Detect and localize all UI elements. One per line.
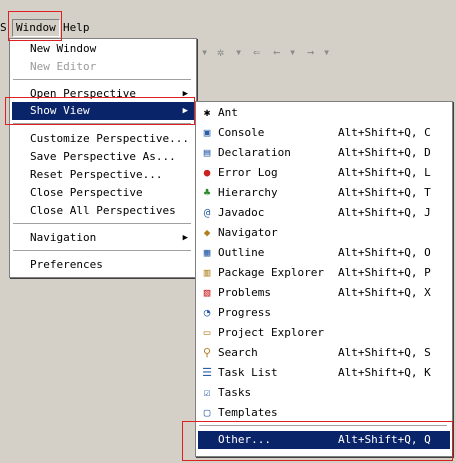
view-item-package-explorer[interactable]: ▥ Package Explorer Alt+Shift+Q, P [198,264,450,282]
menu-item-navigation[interactable]: Navigation ▶ [12,229,194,247]
project-explorer-icon: ▭ [203,326,211,339]
view-item-ant[interactable]: ✱ Ant [198,104,450,122]
view-item-hierarchy[interactable]: ♣ Hierarchy Alt+Shift+Q, T [198,184,450,202]
error-log-icon: ● [203,166,211,179]
gear-icon[interactable]: ✲ [217,45,224,59]
back-icon[interactable]: ⇐ [253,45,260,59]
package-explorer-icon: ▥ [203,266,211,279]
search-icon: ⚲ [202,346,212,359]
chevron-down-icon[interactable]: ▾ [235,45,242,59]
chevron-down-icon[interactable]: ▾ [289,45,296,59]
javadoc-icon: @ [203,206,211,219]
view-item-navigator[interactable]: ◆ Navigator [198,224,450,242]
view-item-declaration[interactable]: ▤ Declaration Alt+Shift+Q, D [198,144,450,162]
menu-fragment: S [0,21,7,34]
navigator-icon: ◆ [203,226,211,239]
menu-help[interactable]: Help [60,20,93,36]
chevron-right-icon: ▶ [182,89,188,99]
view-item-outline[interactable]: ▦ Outline Alt+Shift+Q, O [198,244,450,262]
view-item-search[interactable]: ⚲ Search Alt+Shift+Q, S [198,344,450,362]
declaration-icon: ▤ [203,146,211,159]
menu-separator [13,123,191,125]
outline-icon: ▦ [203,246,211,259]
show-view-submenu: ✱ Ant ▣ Console Alt+Shift+Q, C ▤ Declaration… [195,101,453,457]
view-item-problems[interactable]: ▧ Problems Alt+Shift+Q, X [198,284,450,302]
menu-separator [13,250,191,252]
view-item-console[interactable]: ▣ Console Alt+Shift+Q, C [198,124,450,142]
view-item-templates[interactable]: ▢ Templates [198,404,450,422]
menu-separator [199,425,447,427]
view-item-other[interactable]: Other... Alt+Shift+Q, Q [198,431,450,449]
task-list-icon: ☰ [202,366,212,379]
forward-arrow-icon[interactable]: → [307,45,314,59]
view-item-project-explorer[interactable]: ▭ Project Explorer [198,324,450,342]
hierarchy-icon: ♣ [203,186,211,199]
menu-item-open-perspective[interactable]: Open Perspective ▶ [12,85,194,103]
view-item-task-list[interactable]: ☰ Task List Alt+Shift+Q, K [198,364,450,382]
ant-icon: ✱ [203,106,211,119]
menu-bar: S Window Help [0,18,456,38]
back-arrow-icon[interactable]: ← [273,45,280,59]
chevron-down-icon[interactable]: ▾ [323,45,330,59]
window-menu: New Window New Editor Open Perspective ▶ … [9,38,197,278]
console-icon: ▣ [203,126,211,139]
view-item-javadoc[interactable]: @ Javadoc Alt+Shift+Q, J [198,204,450,222]
toolbar: ▾ ✲ ▾ ⇐ ← ▾ → ▾ [195,40,456,64]
view-item-error-log[interactable]: ● Error Log Alt+Shift+Q, L [198,164,450,182]
progress-icon: ◔ [203,306,211,319]
chevron-right-icon: ▶ [182,106,188,116]
view-item-progress[interactable]: ◔ Progress [198,304,450,322]
menu-separator [13,223,191,225]
chevron-right-icon: ▶ [182,233,188,243]
problems-icon: ▧ [203,286,211,299]
menu-window[interactable]: Window [12,19,60,37]
menu-item-show-view[interactable]: Show View ▶ [12,102,194,120]
templates-icon: ▢ [203,406,211,419]
chevron-down-icon[interactable]: ▾ [201,45,208,59]
view-item-tasks[interactable]: ☑ Tasks [198,384,450,402]
tasks-icon: ☑ [203,386,211,399]
menu-separator [13,79,191,81]
